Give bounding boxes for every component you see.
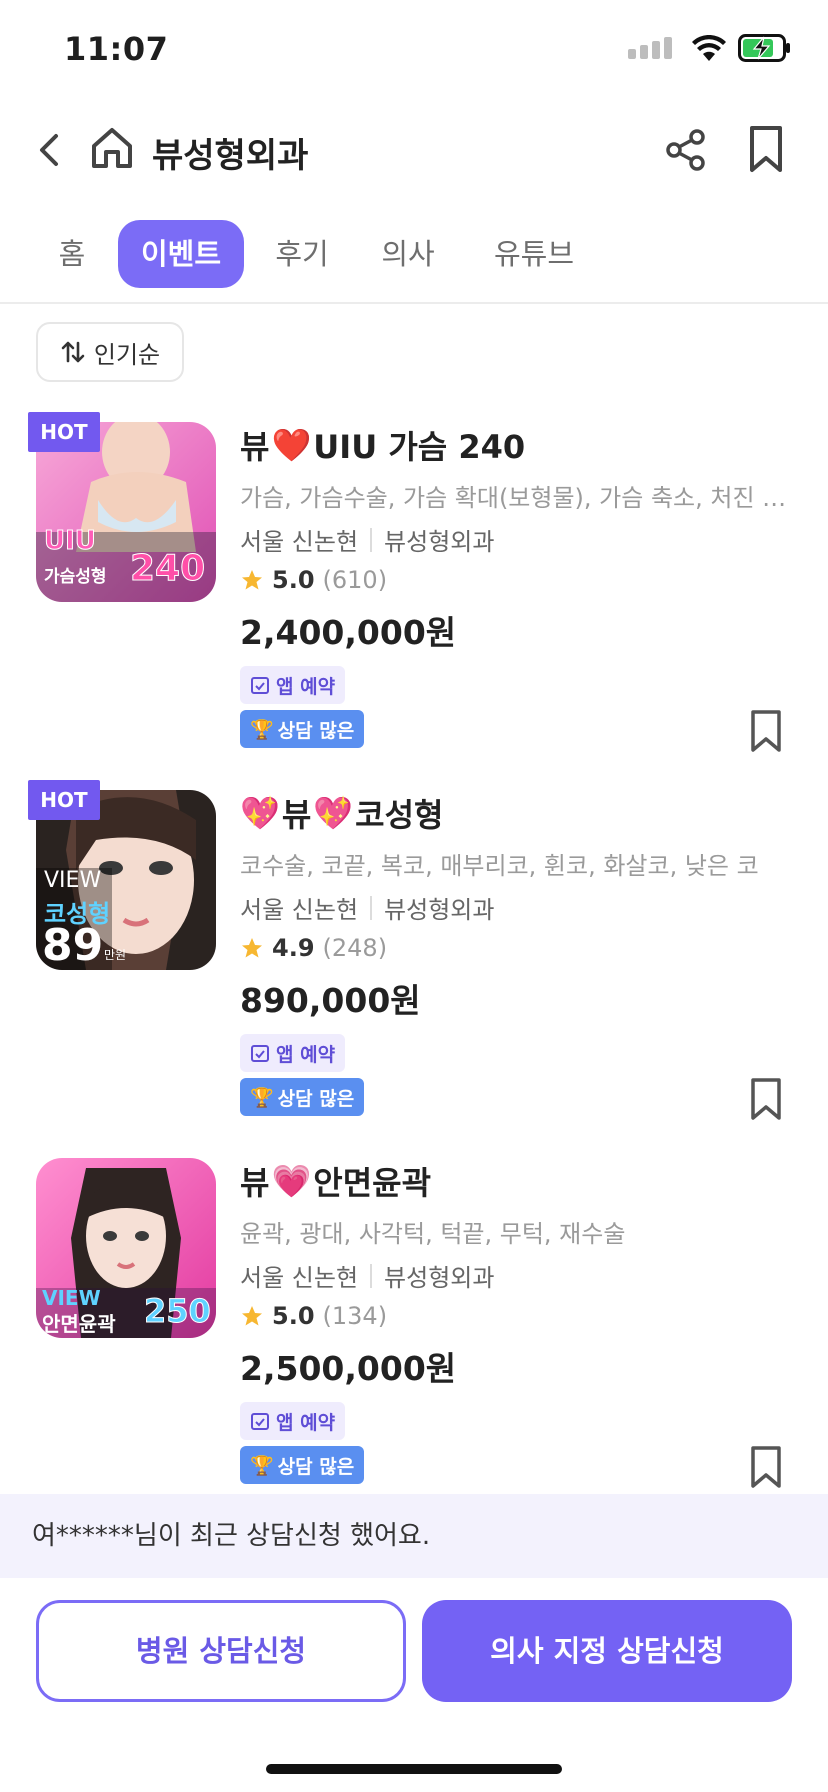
wifi-icon	[692, 35, 726, 61]
tab-youtube[interactable]: 유튜브	[486, 220, 582, 288]
hospital-consult-button[interactable]: 병원 상담신청	[36, 1600, 406, 1702]
event-tags: 코수술, 코끝, 복코, 매부리코, 휜코, 화살코, 낮은 코	[240, 852, 759, 880]
event-rating: 5.0 (134)	[240, 1302, 387, 1330]
app-booking-chip: 앱 예약	[240, 1034, 346, 1072]
event-thumbnail: VIEW 안면윤곽 250	[36, 1158, 216, 1338]
event-bookmark-button[interactable]	[748, 1444, 784, 1490]
sparkle-heart-icon: 💖	[240, 794, 280, 832]
thumb-line1: VIEW	[44, 868, 102, 893]
recent-consult-notice: 여******님이 최근 상담신청 했어요.	[0, 1494, 828, 1578]
calendar-check-icon	[251, 677, 269, 694]
event-price: 2,500,000원	[240, 1349, 457, 1388]
tab-bar: 홈 이벤트 후기 의사 유튜브	[0, 220, 828, 304]
thumb-number: 240	[129, 548, 206, 590]
heart-icon: 💗	[271, 1162, 312, 1200]
event-item[interactable]: HOT UIU 가슴성형 240 뷰 ❤️ UIU 가슴 240 가슴, 가슴수…	[0, 382, 828, 752]
star-icon	[242, 570, 262, 590]
trophy-icon: 🏆	[250, 718, 274, 741]
doctor-consult-button[interactable]: 의사 지정 상담신청	[422, 1600, 792, 1702]
sort-icon	[61, 341, 85, 363]
status-icons	[628, 34, 792, 62]
signal-icon	[628, 37, 672, 59]
event-location: 서울 신논현 뷰성형외과	[240, 527, 495, 556]
back-button[interactable]	[30, 128, 70, 172]
home-button[interactable]	[88, 124, 136, 172]
bookmark-button[interactable]	[746, 124, 786, 174]
event-title: 뷰 ❤️ UIU 가슴 240	[240, 426, 526, 466]
event-item[interactable]: VIEW 안면윤곽 250 뷰 💗 안면윤곽 윤곽, 광대, 사각턱, 턱끝, …	[0, 1118, 828, 1488]
bookmark-icon	[751, 1446, 781, 1488]
thumb-line1: VIEW	[42, 1286, 101, 1310]
app-booking-chip: 앱 예약	[240, 666, 346, 704]
trophy-icon: 🏆	[250, 1086, 274, 1109]
calendar-check-icon	[251, 1413, 269, 1430]
event-title: 💖 뷰 💖 코성형	[240, 794, 444, 834]
event-rating: 5.0 (610)	[240, 566, 387, 594]
tab-events[interactable]: 이벤트	[118, 220, 244, 288]
event-price: 2,400,000원	[240, 613, 457, 652]
status-bar: 11:07	[0, 0, 828, 100]
header: 뷰성형외과	[0, 110, 828, 190]
event-tags: 가슴, 가슴수술, 가슴 확대(보형물), 가슴 축소, 처진 가슴	[240, 484, 788, 512]
sort-button[interactable]: 인기순	[36, 322, 184, 382]
event-item[interactable]: HOT VIEW 코성형 89 만원 💖 뷰 💖 코성형 코수술, 코끝, 복코…	[0, 750, 828, 1120]
home-icon	[92, 128, 132, 168]
sort-label: 인기순	[93, 340, 161, 369]
tab-doctors[interactable]: 의사	[376, 220, 440, 288]
hot-badge: HOT	[28, 780, 100, 820]
popular-consult-chip: 🏆 상담 많은	[240, 1446, 365, 1484]
battery-icon	[738, 34, 790, 62]
hot-badge: HOT	[28, 412, 100, 452]
thumb-line2: 안면윤곽	[42, 1312, 116, 1336]
thumb-line2: 가슴성형	[44, 567, 107, 587]
thumb-unit: 만원	[104, 948, 127, 962]
star-icon	[242, 938, 262, 958]
event-bookmark-button[interactable]	[748, 708, 784, 754]
popular-consult-chip: 🏆 상담 많은	[240, 710, 365, 748]
page-title: 뷰성형외과	[152, 136, 309, 176]
star-icon	[242, 1306, 262, 1326]
share-button[interactable]	[664, 128, 708, 172]
thumb-number: 89	[42, 920, 104, 970]
thumb-line1: UIU	[44, 526, 97, 557]
bookmark-icon	[751, 710, 781, 752]
event-bookmark-button[interactable]	[748, 1076, 784, 1122]
event-location: 서울 신논현 뷰성형외과	[240, 895, 495, 924]
chevron-left-icon	[40, 134, 58, 166]
event-location: 서울 신논현 뷰성형외과	[240, 1263, 495, 1292]
status-time: 11:07	[64, 30, 169, 68]
trophy-icon: 🏆	[250, 1454, 274, 1477]
event-title: 뷰 💗 안면윤곽	[240, 1162, 432, 1202]
event-tags: 윤곽, 광대, 사각턱, 턱끝, 무턱, 재수술	[240, 1220, 626, 1248]
tab-reviews[interactable]: 후기	[270, 220, 334, 288]
bookmark-icon	[751, 1078, 781, 1120]
home-indicator	[266, 1764, 562, 1774]
thumb-number: 250	[144, 1292, 212, 1331]
sparkle-heart-icon: 💖	[313, 794, 354, 832]
share-icon	[666, 129, 705, 171]
calendar-check-icon	[251, 1045, 269, 1062]
app-booking-chip: 앱 예약	[240, 1402, 346, 1440]
event-price: 890,000원	[240, 981, 421, 1020]
bookmark-icon	[750, 126, 782, 172]
heart-icon: ❤️	[271, 426, 312, 464]
tab-home[interactable]: 홈	[50, 220, 94, 288]
popular-consult-chip: 🏆 상담 많은	[240, 1078, 365, 1116]
event-rating: 4.9 (248)	[240, 934, 387, 962]
